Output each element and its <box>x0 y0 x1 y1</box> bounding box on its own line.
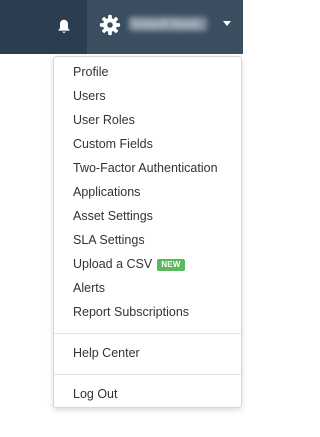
menu-item-label: Log Out <box>73 387 118 401</box>
menu-item-users[interactable]: Users <box>54 85 241 107</box>
menu-item-label: Profile <box>73 65 109 79</box>
menu-item-profile[interactable]: Profile <box>54 61 241 83</box>
username-label: Tinkerff Bank <box>129 17 207 31</box>
menu-item-label: Alerts <box>73 281 105 295</box>
menu-item-two-factor-authentication[interactable]: Two-Factor Authentication <box>54 157 241 179</box>
user-dropdown-menu: Profile Users User Roles Custom Fields T… <box>53 56 242 408</box>
bell-icon <box>58 19 70 33</box>
new-badge: NEW <box>157 259 185 271</box>
user-menu-toggle[interactable]: Tinkerff Bank <box>87 0 243 54</box>
menu-item-sla-settings[interactable]: SLA Settings <box>54 229 241 251</box>
menu-item-applications[interactable]: Applications <box>54 181 241 203</box>
menu-item-label: User Roles <box>73 113 135 127</box>
menu-item-help-center[interactable]: Help Center <box>54 342 241 364</box>
menu-item-label: Custom Fields <box>73 137 153 151</box>
menu-item-asset-settings[interactable]: Asset Settings <box>54 205 241 227</box>
menu-item-label: Two-Factor Authentication <box>73 161 218 175</box>
notifications-button[interactable] <box>44 0 84 54</box>
menu-item-user-roles[interactable]: User Roles <box>54 109 241 131</box>
menu-item-label: Applications <box>73 185 141 199</box>
menu-item-alerts[interactable]: Alerts <box>54 277 241 299</box>
menu-item-report-subscriptions[interactable]: Report Subscriptions <box>54 301 241 323</box>
gear-icon <box>99 14 121 36</box>
menu-item-upload-csv[interactable]: Upload a CSV NEW <box>54 253 241 275</box>
top-navigation-bar: Tinkerff Bank <box>0 0 243 54</box>
menu-item-label: Report Subscriptions <box>73 305 190 319</box>
menu-item-label: SLA Settings <box>73 233 145 247</box>
menu-item-label: Help Center <box>73 346 140 360</box>
menu-item-log-out[interactable]: Log Out <box>54 383 241 405</box>
menu-divider <box>54 374 241 375</box>
menu-item-label: Users <box>73 89 106 103</box>
menu-item-custom-fields[interactable]: Custom Fields <box>54 133 241 155</box>
caret-down-icon <box>223 21 231 26</box>
menu-item-label: Upload a CSV <box>73 257 153 271</box>
menu-item-label: Asset Settings <box>73 209 153 223</box>
menu-divider <box>54 333 241 334</box>
